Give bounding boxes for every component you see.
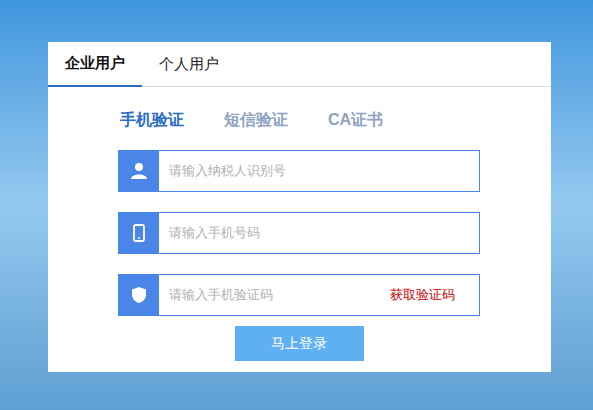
method-tab[interactable]: CA证书 [328,108,383,132]
login-button[interactable]: 马上登录 [235,326,364,361]
login-page: 企业用户个人用户手机验证 短信验证 CA证书获取验证码马上登录 [0,0,593,410]
input-field [118,150,480,192]
user-type-tab[interactable]: 企业用户 [48,42,142,87]
login-card: 企业用户个人用户手机验证 短信验证 CA证书获取验证码马上登录 [48,42,551,372]
submit-row: 马上登录 [118,326,480,361]
field-icon-box [119,151,159,191]
field-icon-box [119,213,159,253]
method-tab[interactable]: 短信验证 [224,108,288,132]
text-input[interactable] [159,151,479,191]
user-icon [130,162,148,180]
method-tabs: 手机验证 短信验证 CA证书 [118,107,480,133]
text-input[interactable] [159,275,382,315]
input-field: 获取验证码 [118,274,480,316]
user-type-tabs: 企业用户个人用户 [48,42,551,87]
input-field [118,212,480,254]
method-tab[interactable]: 手机验证 [120,108,184,132]
user-type-tab[interactable]: 个人用户 [142,42,236,86]
login-form: 手机验证 短信验证 CA证书获取验证码马上登录 [48,87,480,361]
field-list: 获取验证码 [118,150,480,316]
text-input[interactable] [159,213,479,253]
shield-icon [131,286,147,304]
phone-icon [133,224,145,242]
get-code-button[interactable]: 获取验证码 [382,275,479,315]
field-icon-box [119,275,159,315]
